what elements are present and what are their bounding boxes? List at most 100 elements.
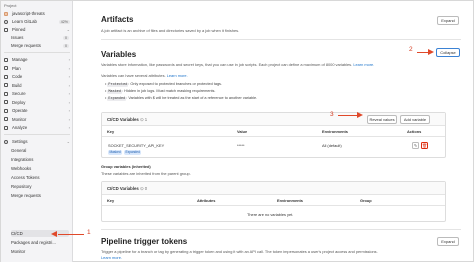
main-content: Artifacts A job artifact is an archive o…	[97, 1, 467, 262]
annotation-arrow-3	[338, 115, 358, 116]
annotation-arrow-1	[58, 234, 84, 235]
sidebar-item-label: Merge requests	[11, 193, 41, 198]
cicd-card-title: CI/CD Variables ⊙ 1	[107, 117, 147, 123]
secure-icon	[4, 91, 8, 96]
pencil-icon: ✎	[413, 143, 418, 148]
column-key: Key	[107, 198, 115, 203]
group-variables-count: ⊙ 0	[139, 186, 148, 191]
artifacts-expand-button[interactable]: Expand	[437, 16, 459, 25]
sidebar-item-operate[interactable]: Operate ›	[4, 107, 70, 114]
sidebar-item-label: javascript-threats	[12, 11, 45, 16]
pipeline-tokens-expand-button[interactable]: Expand	[437, 237, 459, 246]
table-divider	[102, 136, 445, 137]
bullet-text: : Hidden in job logs. Must match masking…	[122, 89, 216, 93]
chevron-right-icon: ›	[68, 99, 70, 105]
sidebar-item-merge-requests-pinned[interactable]: Merge requests 0	[11, 42, 69, 49]
sidebar-item-label: Monitor	[11, 249, 26, 254]
chevron-right-icon: ›	[68, 65, 70, 71]
artifacts-description: A job artifact is an archive of files an…	[101, 28, 240, 33]
variables-description-text: Variables store information, like passwo…	[101, 62, 353, 67]
sidebar-item-monitor[interactable]: Monitor ›	[4, 116, 70, 123]
sidebar-item-settings[interactable]: Settings ⌄	[4, 138, 70, 145]
annotation-number-2: 2	[409, 46, 413, 53]
build-icon	[4, 83, 8, 87]
sidebar-item-label: Webhooks	[11, 166, 32, 171]
arrowhead-right-icon	[428, 49, 434, 55]
section-divider	[101, 39, 461, 40]
count-badge: 0	[63, 35, 69, 40]
artifacts-title: Artifacts	[101, 15, 134, 24]
sidebar-item-integrations[interactable]: Integrations	[11, 156, 69, 163]
sidebar-item-label: CI/CD	[11, 231, 23, 236]
sidebar-item-secure[interactable]: Secure ›	[4, 90, 70, 97]
masked-badge: Masked	[108, 150, 123, 155]
sidebar-item-label: Code	[12, 74, 23, 79]
pipeline-tokens-learn-more-link[interactable]: Learn more.	[101, 255, 122, 260]
section-divider	[101, 229, 461, 230]
variable-key[interactable]: SOCKET_SECURITY_API_KEY	[108, 143, 164, 148]
column-value: Value	[237, 129, 248, 134]
trash-icon: 🗑	[422, 143, 428, 148]
edit-variable-button[interactable]: ✎	[412, 142, 419, 149]
variable-environment: All (default)	[322, 143, 342, 148]
sidebar-item-build[interactable]: Build ›	[4, 82, 70, 89]
variables-learn-more-link[interactable]: Learn more.	[353, 62, 374, 67]
sidebar-item-webhooks[interactable]: Webhooks	[11, 165, 69, 172]
sidebar-item-label: Plan	[12, 65, 21, 71]
card-title-text: CI/CD Variables	[107, 186, 139, 191]
sidebar-item-general[interactable]: General	[11, 147, 69, 154]
sidebar-item-deploy[interactable]: Deploy ›	[4, 99, 70, 106]
sidebar-item-merge-requests[interactable]: Merge requests	[11, 192, 69, 199]
sidebar-item-label: Access Tokens	[11, 175, 40, 180]
delete-variable-button[interactable]: 🗑	[421, 142, 428, 149]
sidebar: Project javascript-threats Learn GitLab …	[1, 1, 73, 262]
code-icon	[4, 74, 8, 79]
sidebar-item-monitor-settings[interactable]: Monitor	[11, 248, 69, 255]
group-variables-card: CI/CD Variables ⊙ 0 Key Attributes Envir…	[101, 181, 446, 222]
settings-icon	[4, 139, 8, 144]
attributes-learn-more-link[interactable]: Learn more.	[167, 73, 188, 78]
sidebar-item-label: Learn GitLab	[12, 19, 37, 24]
sidebar-item-label: Secure	[12, 91, 26, 96]
reveal-values-button[interactable]: Reveal values	[367, 115, 397, 124]
group-variables-count-value: 0	[144, 186, 148, 191]
column-group: Group	[360, 198, 372, 203]
card-header	[102, 182, 445, 195]
sidebar-item-manage[interactable]: Manage ›	[4, 56, 70, 63]
sidebar-item-label: Pinned	[12, 27, 26, 32]
plan-icon	[4, 66, 8, 70]
sidebar-item-issues[interactable]: Issues 0	[11, 34, 69, 41]
bullet-text: : Variables with $ will be treated as th…	[126, 96, 258, 100]
annotation-number-1: 1	[87, 229, 91, 236]
sidebar-section-label: Project	[4, 3, 17, 8]
chevron-right-icon: ›	[68, 91, 70, 96]
chevron-down-icon: ⌄	[66, 27, 70, 32]
sidebar-divider	[4, 134, 70, 135]
sidebar-item-label: Repository	[11, 184, 32, 189]
sidebar-item-repository[interactable]: Repository	[11, 183, 69, 190]
sidebar-item-analyze[interactable]: Analyze ›	[4, 124, 70, 131]
pipeline-tokens-description: Trigger a pipeline for a branch or tag b…	[101, 249, 378, 254]
avatar-icon	[4, 11, 8, 16]
column-key: Key	[107, 129, 115, 134]
sidebar-divider	[4, 52, 70, 53]
column-environments: Environments	[277, 198, 303, 203]
attribute-bullet-masked: • Masked: Hidden in job logs. Must match…	[105, 89, 216, 94]
column-actions: Actions	[407, 129, 422, 134]
card-title-text: CI/CD Variables	[107, 117, 139, 122]
chevron-right-icon: ›	[68, 57, 70, 62]
sidebar-item-learn-gitlab[interactable]: Learn GitLab 42%	[4, 18, 70, 25]
variables-collapse-button[interactable]: Collapse	[436, 48, 460, 57]
sidebar-item-plan[interactable]: Plan ›	[4, 65, 70, 72]
sidebar-item-packages-registries[interactable]: Packages and registri...	[11, 239, 69, 246]
variables-count: ⊙ 1	[139, 117, 148, 122]
add-variable-button[interactable]: Add variable	[400, 115, 430, 124]
variables-title: Variables	[101, 50, 137, 59]
sidebar-item-label: Analyze	[12, 125, 28, 130]
sidebar-item-code[interactable]: Code ›	[4, 73, 70, 80]
empty-state-text: There are no variables yet.	[247, 212, 294, 217]
app-window: Project javascript-threats Learn GitLab …	[0, 0, 474, 262]
sidebar-item-project[interactable]: javascript-threats	[4, 10, 70, 17]
sidebar-item-access-tokens[interactable]: Access Tokens	[11, 174, 69, 181]
sidebar-item-pinned[interactable]: Pinned ⌄	[4, 26, 70, 33]
